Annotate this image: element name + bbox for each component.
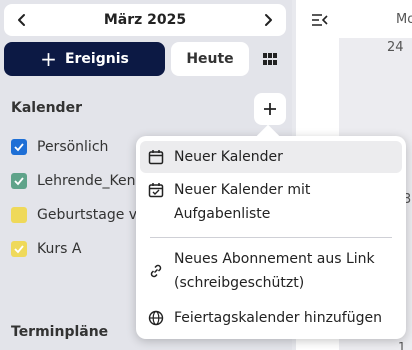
menu-item-new-calendar[interactable]: Neuer Kalender bbox=[140, 141, 402, 173]
menu-item-new-calendar-tasks[interactable]: Neuer Kalender mit Aufgabenliste bbox=[140, 178, 402, 226]
menu-item-label: Neuer Kalender bbox=[174, 149, 283, 165]
menu-item-holiday-calendar[interactable]: Feiertagskalender hinzufügen bbox=[140, 306, 402, 330]
calendar-name: Geburtstage von Kontakten bbox=[37, 207, 141, 223]
checkbox-checked-icon[interactable] bbox=[11, 241, 27, 257]
globe-icon bbox=[148, 310, 164, 326]
plus-icon: + bbox=[40, 47, 57, 71]
calendar-item-lehrende[interactable]: Lehrende_Kennenlernen bbox=[11, 169, 141, 193]
previous-month-button[interactable] bbox=[6, 4, 38, 36]
schedules-section-title: Terminpläne bbox=[11, 324, 109, 340]
month-label[interactable]: März 2025 bbox=[44, 4, 246, 36]
link-icon bbox=[150, 264, 162, 278]
calendar-item-personal[interactable]: Persönlich bbox=[11, 135, 141, 159]
day-header: Mo bbox=[396, 12, 412, 27]
checkbox-checked-icon[interactable] bbox=[11, 173, 27, 189]
add-calendar-button[interactable] bbox=[254, 93, 286, 125]
chevron-left-icon bbox=[18, 14, 25, 26]
menu-item-subscribe-link[interactable]: Neues Abonnement aus Link (schreibgeschü… bbox=[140, 247, 402, 295]
add-calendar-menu: Neuer Kalender Neuer Kalender mit Aufgab… bbox=[136, 136, 406, 339]
today-button[interactable]: Heute bbox=[171, 42, 249, 76]
day-number: 24 bbox=[387, 40, 404, 55]
calendar-name: Lehrende_Kennenlernen bbox=[37, 173, 141, 189]
calendar-check-icon bbox=[148, 183, 164, 198]
checkbox-checked-icon[interactable] bbox=[11, 139, 27, 155]
menu-item-label: Feiertagskalender hinzufügen bbox=[174, 310, 382, 326]
menu-divider bbox=[150, 237, 392, 238]
next-month-button[interactable] bbox=[252, 4, 284, 36]
menu-item-label: Neues Abonnement aus Link (schreibgeschü… bbox=[174, 251, 375, 291]
month-navigator: März 2025 bbox=[4, 4, 286, 36]
day-number: 1 bbox=[398, 340, 406, 350]
chevron-right-icon bbox=[265, 14, 272, 26]
calendar-name: Kurs A bbox=[37, 241, 82, 257]
new-event-label: Ereignis bbox=[64, 51, 129, 67]
calendar-item-kurs-a[interactable]: Kurs A bbox=[11, 237, 141, 261]
plus-icon bbox=[264, 103, 276, 115]
toggle-sidebar-button[interactable] bbox=[305, 4, 335, 36]
checkbox-unchecked-icon[interactable] bbox=[11, 207, 27, 223]
collapse-sidebar-icon bbox=[312, 14, 328, 26]
view-grid-button[interactable] bbox=[254, 42, 286, 76]
calendar-icon bbox=[148, 150, 164, 165]
menu-item-label: Neuer Kalender mit Aufgabenliste bbox=[174, 182, 311, 222]
calendar-name: Persönlich bbox=[37, 139, 109, 155]
calendars-section-title: Kalender bbox=[11, 100, 82, 116]
calendar-item-birthdays[interactable]: Geburtstage von Kontakten bbox=[11, 203, 141, 227]
grid-icon bbox=[263, 53, 277, 65]
new-event-button[interactable]: + Ereignis bbox=[4, 42, 165, 76]
